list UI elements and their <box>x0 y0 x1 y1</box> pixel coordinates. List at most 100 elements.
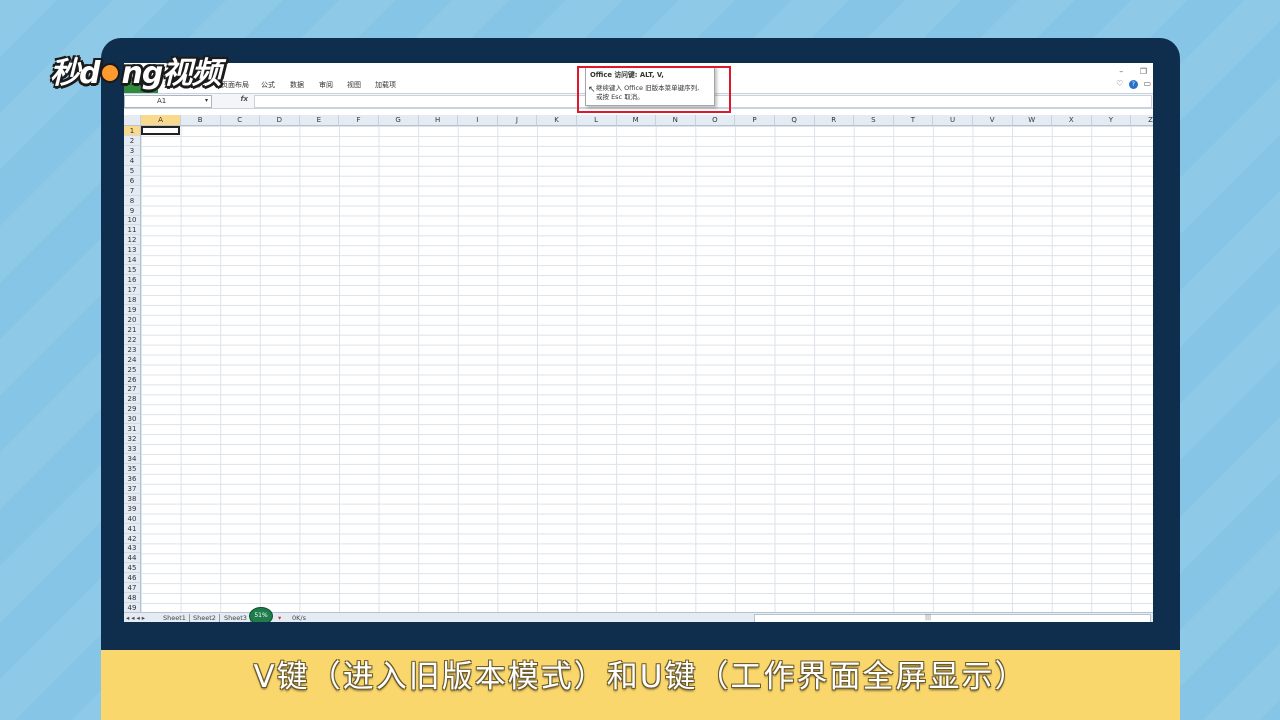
row-header-9[interactable]: 9 <box>124 206 140 216</box>
row-header-35[interactable]: 35 <box>124 464 140 474</box>
row-header-28[interactable]: 28 <box>124 394 140 405</box>
column-header-m[interactable]: M <box>616 115 657 125</box>
row-header-16[interactable]: 16 <box>124 275 140 286</box>
column-header-e[interactable]: E <box>299 115 340 125</box>
sheet-nav-arrows[interactable]: ◂◂◂▸ <box>126 614 147 622</box>
column-header-w[interactable]: W <box>1012 115 1053 125</box>
sheet-tab-2[interactable]: Sheet2 <box>190 614 220 622</box>
column-header-j[interactable]: J <box>497 115 538 125</box>
row-header-5[interactable]: 5 <box>124 166 140 176</box>
column-header-h[interactable]: H <box>418 115 459 125</box>
row-header-11[interactable]: 11 <box>124 225 140 236</box>
column-header-d[interactable]: D <box>260 115 300 125</box>
column-header-s[interactable]: S <box>854 115 894 125</box>
column-header-c[interactable]: C <box>220 115 261 125</box>
row-header-45[interactable]: 45 <box>124 563 140 574</box>
tab-view[interactable]: 视图 <box>347 80 361 90</box>
column-header-n[interactable]: N <box>656 115 696 125</box>
row-header-24[interactable]: 24 <box>124 355 140 365</box>
recorder-badge: 51% <box>249 607 273 622</box>
row-header-19[interactable]: 19 <box>124 305 140 315</box>
column-header-b[interactable]: B <box>181 115 221 125</box>
row-header-37[interactable]: 37 <box>124 484 140 494</box>
column-header-y[interactable]: Y <box>1091 115 1132 125</box>
row-header-1[interactable]: 1 <box>124 126 140 136</box>
row-header-27[interactable]: 27 <box>124 384 140 395</box>
row-header-4[interactable]: 4 <box>124 156 140 166</box>
sheet-tab-3[interactable]: Sheet3 <box>221 614 251 622</box>
ribbon-minimize-icon[interactable]: ▭ <box>1143 79 1151 88</box>
help-icon[interactable]: ? <box>1128 80 1138 89</box>
ribbon-right-controls: ♡ ? ▭ <box>1116 79 1151 89</box>
tab-data[interactable]: 数据 <box>290 80 304 90</box>
column-header-r[interactable]: R <box>814 115 855 125</box>
row-header-23[interactable]: 23 <box>124 345 140 355</box>
row-header-49[interactable]: 49 <box>124 603 140 612</box>
restore-icon[interactable]: ❐ <box>1140 67 1147 76</box>
row-header-38[interactable]: 38 <box>124 494 140 504</box>
select-all-corner[interactable] <box>124 115 141 125</box>
row-header-46[interactable]: 46 <box>124 573 140 584</box>
column-header-g[interactable]: G <box>379 115 419 125</box>
row-header-42[interactable]: 42 <box>124 534 140 544</box>
column-header-i[interactable]: I <box>458 115 498 125</box>
name-box[interactable]: A1 ▾ <box>124 95 212 108</box>
column-header-a[interactable]: A <box>141 115 181 125</box>
row-header-33[interactable]: 33 <box>124 444 140 455</box>
cell-grid[interactable] <box>141 126 1153 612</box>
column-header-f[interactable]: F <box>339 115 379 125</box>
row-header-43[interactable]: 43 <box>124 543 140 554</box>
column-header-p[interactable]: P <box>735 115 775 125</box>
row-header-26[interactable]: 26 <box>124 375 140 385</box>
row-header-34[interactable]: 34 <box>124 454 140 465</box>
row-header-18[interactable]: 18 <box>124 295 140 305</box>
row-header-8[interactable]: 8 <box>124 196 140 206</box>
row-header-15[interactable]: 15 <box>124 265 140 276</box>
row-header-25[interactable]: 25 <box>124 365 140 375</box>
row-header-30[interactable]: 30 <box>124 414 140 425</box>
row-header-41[interactable]: 41 <box>124 524 140 534</box>
row-header-13[interactable]: 13 <box>124 245 140 256</box>
column-header-q[interactable]: Q <box>775 115 815 125</box>
row-header-29[interactable]: 29 <box>124 404 140 415</box>
tab-formulas[interactable]: 公式 <box>261 80 275 90</box>
tab-page-layout[interactable]: 页面布局 <box>221 80 249 90</box>
row-header-17[interactable]: 17 <box>124 285 140 296</box>
column-header-k[interactable]: K <box>537 115 577 125</box>
column-header-o[interactable]: O <box>695 115 736 125</box>
column-header-x[interactable]: X <box>1052 115 1092 125</box>
row-header-48[interactable]: 48 <box>124 593 140 604</box>
row-header-12[interactable]: 12 <box>124 235 140 246</box>
row-header-32[interactable]: 32 <box>124 434 140 445</box>
horizontal-scrollbar[interactable]: ||| <box>754 614 1151 622</box>
sheet-tab-1[interactable]: Sheet1 <box>160 614 190 622</box>
row-header-31[interactable]: 31 <box>124 424 140 435</box>
column-header-t[interactable]: T <box>893 115 934 125</box>
row-header-44[interactable]: 44 <box>124 553 140 564</box>
row-header-7[interactable]: 7 <box>124 186 140 196</box>
column-header-v[interactable]: V <box>973 115 1013 125</box>
column-header-u[interactable]: U <box>933 115 973 125</box>
row-header-20[interactable]: 20 <box>124 315 140 325</box>
row-header-14[interactable]: 14 <box>124 255 140 266</box>
row-header-21[interactable]: 21 <box>124 325 140 335</box>
column-header-l[interactable]: L <box>577 115 617 125</box>
column-header-z[interactable]: Z <box>1131 115 1153 125</box>
row-header-39[interactable]: 39 <box>124 504 140 514</box>
row-header-36[interactable]: 36 <box>124 474 140 484</box>
row-header-40[interactable]: 40 <box>124 514 140 524</box>
tab-review[interactable]: 审阅 <box>319 80 333 90</box>
row-header-47[interactable]: 47 <box>124 583 140 594</box>
minimize-icon[interactable]: – <box>1119 67 1123 76</box>
row-header-22[interactable]: 22 <box>124 335 140 345</box>
scroll-thumb-icon[interactable]: ||| <box>925 614 931 621</box>
row-header-2[interactable]: 2 <box>124 136 140 146</box>
row-header-6[interactable]: 6 <box>124 176 140 186</box>
active-cell[interactable] <box>141 126 180 135</box>
row-header-10[interactable]: 10 <box>124 215 140 226</box>
tab-addins[interactable]: 加载项 <box>375 80 396 90</box>
row-header-3[interactable]: 3 <box>124 146 140 156</box>
insert-function-icon[interactable]: fx <box>240 95 248 103</box>
ribbon-collapse-icon[interactable]: ♡ <box>1116 79 1123 88</box>
chevron-down-icon[interactable]: ▾ <box>205 97 208 104</box>
